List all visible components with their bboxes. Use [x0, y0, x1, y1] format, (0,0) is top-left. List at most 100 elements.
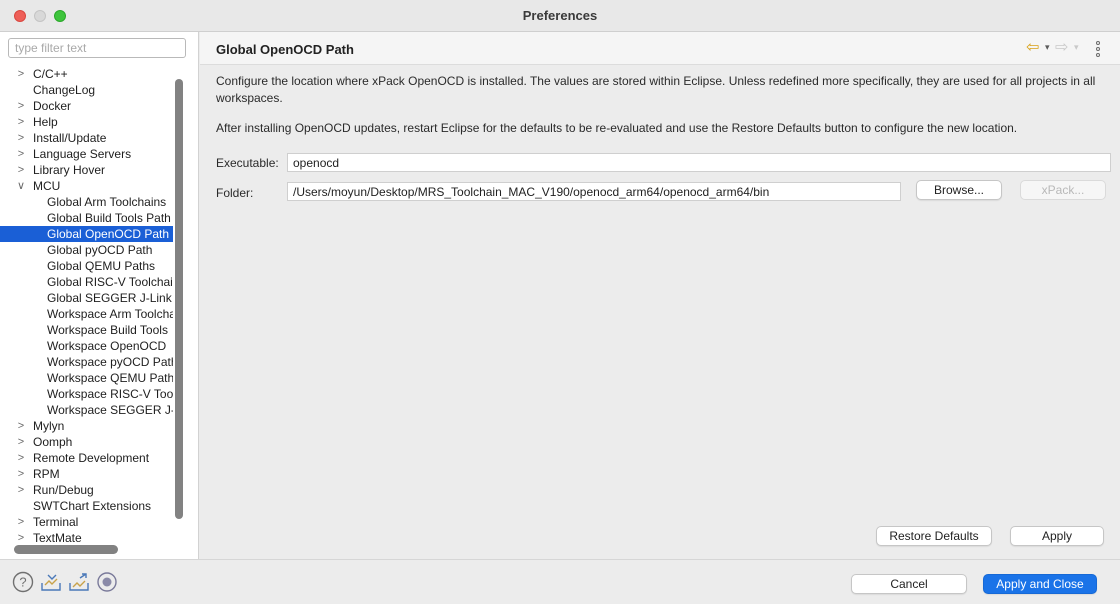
tree-vertical-scrollbar[interactable]	[175, 79, 183, 519]
chevron-right-icon[interactable]: >	[15, 482, 27, 498]
tree-item[interactable]: > Remote Development	[0, 450, 173, 466]
tree-item-label: Global SEGGER J-Link	[47, 291, 172, 305]
tree-item[interactable]: Global OpenOCD Path	[0, 226, 173, 242]
tree-item[interactable]: Global pyOCD Path	[0, 242, 173, 258]
tree-item-label: Terminal	[33, 515, 79, 529]
tree-item[interactable]: > C/C++	[0, 66, 173, 82]
tree-item-label: Global Build Tools Path	[47, 211, 171, 225]
back-history-dropdown-icon[interactable]: ▾	[1045, 42, 1050, 53]
folder-input[interactable]	[287, 182, 901, 201]
chevron-right-icon[interactable]: >	[15, 514, 27, 530]
tree-item-label: Library Hover	[33, 163, 106, 177]
tree-item-label: Help	[33, 115, 58, 129]
tree-item-label: Install/Update	[33, 131, 107, 145]
tree-item-label: RPM	[33, 467, 60, 481]
dialog-button-bar: ? Cancel Apply and Close	[0, 559, 1120, 604]
tree-item[interactable]: Workspace QEMU Path	[0, 370, 173, 386]
view-menu-icon[interactable]	[1095, 41, 1101, 57]
chevron-right-icon[interactable]: >	[15, 162, 27, 178]
tree-item[interactable]: Workspace Arm Toolchains	[0, 306, 173, 322]
tree-item[interactable]: SWTChart Extensions	[0, 498, 173, 514]
tree-item[interactable]: > Run/Debug	[0, 482, 173, 498]
window-title: Preferences	[522, 8, 598, 23]
tree-item-label: Oomph	[33, 435, 73, 449]
apply-and-close-button[interactable]: Apply and Close	[983, 574, 1097, 594]
tree-item[interactable]: ∨ MCU	[0, 178, 173, 194]
chevron-right-icon[interactable]: >	[15, 98, 27, 114]
tree-item[interactable]: Workspace RISC-V Toolchains	[0, 386, 173, 402]
tree-item-label: ChangeLog	[33, 83, 96, 97]
tree-item[interactable]: > Docker	[0, 98, 173, 114]
tree-item-label: SWTChart Extensions	[33, 499, 152, 513]
tree-item-label: Workspace SEGGER J-Link	[47, 403, 173, 417]
tree-item-label: Workspace pyOCD Path	[47, 355, 173, 369]
chevron-right-icon[interactable]: >	[15, 146, 27, 162]
executable-input[interactable]	[287, 153, 1111, 172]
chevron-right-icon[interactable]: >	[15, 130, 27, 146]
folder-label: Folder:	[216, 186, 254, 200]
tree-item-label: Run/Debug	[33, 483, 94, 497]
cancel-button[interactable]: Cancel	[851, 574, 967, 594]
back-arrow-icon[interactable]: ⇦	[1026, 40, 1039, 56]
tree-item-label: Workspace Build Tools	[47, 323, 168, 337]
tree-item-label: Global Arm Toolchains	[47, 195, 167, 209]
tree-item[interactable]: > Language Servers	[0, 146, 173, 162]
tree-item-label: Global pyOCD Path	[47, 243, 153, 257]
title-bar: Preferences	[0, 0, 1120, 32]
oomph-record-icon[interactable]	[96, 571, 118, 593]
tree-item-label: Global QEMU Paths	[47, 259, 156, 273]
tree-item-label: Workspace OpenOCD	[47, 339, 167, 353]
tree-item[interactable]: Workspace pyOCD Path	[0, 354, 173, 370]
tree-item-label: Docker	[33, 99, 72, 113]
tree-item[interactable]: Workspace OpenOCD	[0, 338, 173, 354]
forward-arrow-icon[interactable]: ⇨	[1055, 40, 1068, 56]
tree-item-label: C/C++	[33, 67, 68, 81]
chevron-down-icon[interactable]: ∨	[15, 178, 27, 194]
xpack-button[interactable]: xPack...	[1020, 180, 1106, 200]
restore-defaults-button[interactable]: Restore Defaults	[876, 526, 992, 546]
tree-item-label: TextMate	[33, 531, 82, 542]
tree-item[interactable]: Global Arm Toolchains	[0, 194, 173, 210]
chevron-right-icon[interactable]: >	[15, 434, 27, 450]
tree-item[interactable]: > Install/Update	[0, 130, 173, 146]
tree-item[interactable]: > RPM	[0, 466, 173, 482]
tree-item[interactable]: > TextMate	[0, 530, 173, 542]
tree-item[interactable]: > Terminal	[0, 514, 173, 530]
chevron-right-icon[interactable]: >	[15, 466, 27, 482]
chevron-right-icon[interactable]: >	[15, 114, 27, 130]
svg-text:?: ?	[19, 575, 26, 590]
tree-item[interactable]: Global RISC-V Toolchains	[0, 274, 173, 290]
import-icon[interactable]	[40, 571, 62, 593]
tree-item[interactable]: > Oomph	[0, 434, 173, 450]
browse-button[interactable]: Browse...	[916, 180, 1002, 200]
tree-item[interactable]: > Help	[0, 114, 173, 130]
page-description: Configure the location where xPack OpenO…	[216, 74, 1096, 105]
chevron-right-icon[interactable]: >	[15, 530, 27, 542]
tree-item[interactable]: > Library Hover	[0, 162, 173, 178]
tree-item-label: Remote Development	[33, 451, 150, 465]
chevron-right-icon[interactable]: >	[15, 418, 27, 434]
chevron-right-icon[interactable]: >	[15, 450, 27, 466]
tree-item[interactable]: ChangeLog	[0, 82, 173, 98]
tree-item[interactable]: > Mylyn	[0, 418, 173, 434]
apply-button[interactable]: Apply	[1010, 526, 1104, 546]
tree-horizontal-scrollbar[interactable]	[14, 545, 118, 554]
tree-item-label: Language Servers	[33, 147, 132, 161]
executable-label: Executable:	[216, 156, 279, 170]
tree-item-label: Global RISC-V Toolchains	[47, 275, 173, 289]
preference-page: Global OpenOCD Path ⇦ ▾ ⇨ ▾ Configure th…	[200, 32, 1120, 559]
help-icon[interactable]: ?	[12, 571, 34, 593]
tree-item[interactable]: Global Build Tools Path	[0, 210, 173, 226]
tree-item-label: MCU	[33, 179, 61, 193]
tree-item[interactable]: Workspace Build Tools	[0, 322, 173, 338]
tree-item[interactable]: Workspace SEGGER J-Link	[0, 402, 173, 418]
export-icon[interactable]	[68, 571, 90, 593]
page-header: Global OpenOCD Path ⇦ ▾ ⇨ ▾	[200, 32, 1120, 65]
tree-item-label: Workspace Arm Toolchains	[47, 307, 173, 321]
chevron-right-icon[interactable]: >	[15, 66, 27, 82]
tree-item[interactable]: Global SEGGER J-Link	[0, 290, 173, 306]
tree-item[interactable]: Global QEMU Paths	[0, 258, 173, 274]
filter-input[interactable]	[8, 38, 186, 58]
tree-item-label: Workspace RISC-V Toolchains	[47, 387, 173, 401]
forward-history-dropdown-icon[interactable]: ▾	[1074, 42, 1079, 53]
